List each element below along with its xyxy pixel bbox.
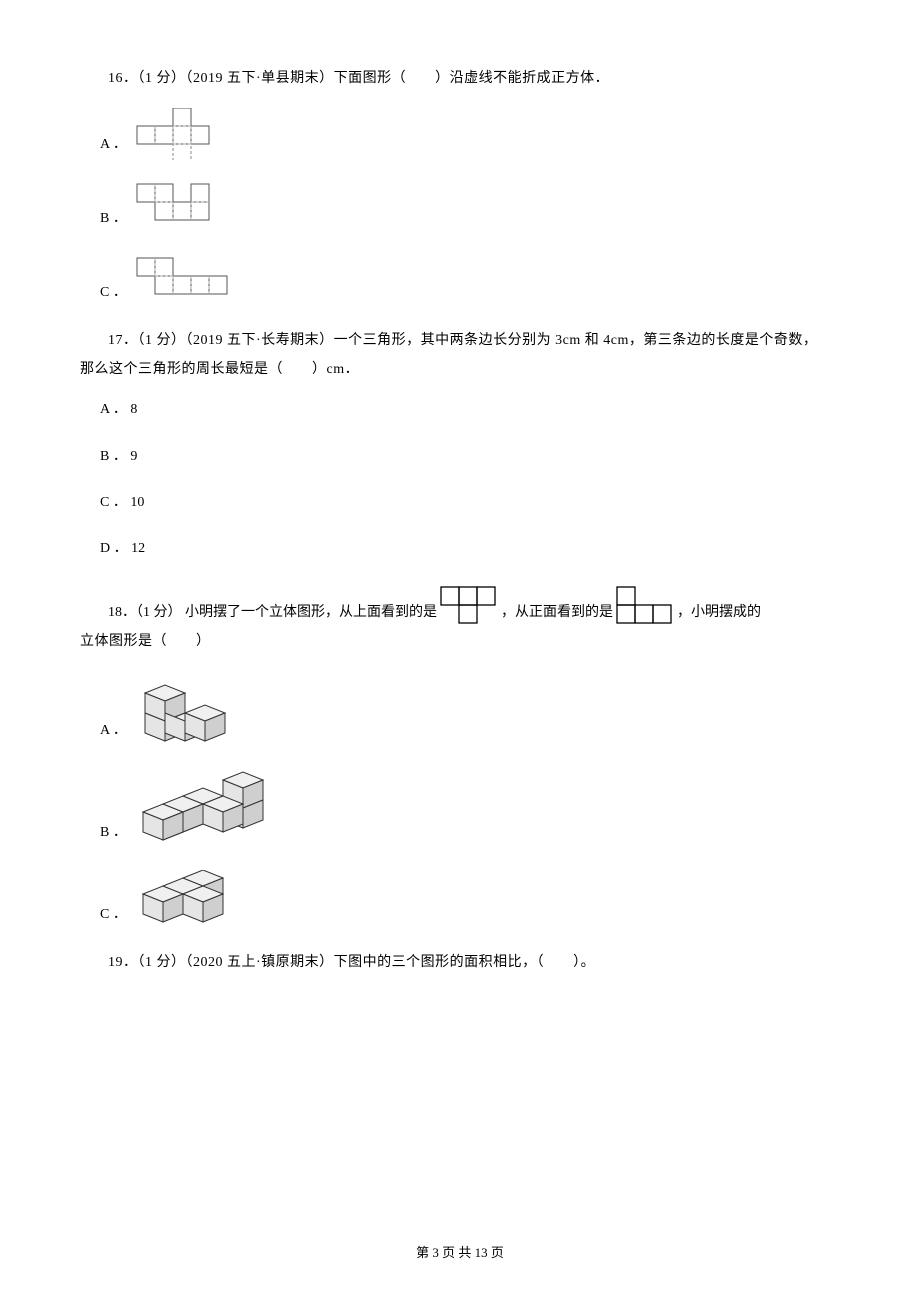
q17-option-c: C ． 10 bbox=[100, 492, 840, 514]
question-19: 19．（1 分）（2020 五上·镇原期末）下图中的三个图形的面积相比，（ ）。 bbox=[80, 952, 840, 974]
cube-net-a-icon bbox=[135, 108, 245, 160]
cube-net-c-icon bbox=[135, 256, 265, 308]
q17-option-a: A ． 8 bbox=[100, 399, 840, 421]
q16-label-b: B ． bbox=[100, 208, 127, 234]
q16-option-a: A ． bbox=[100, 108, 840, 160]
q18-seg3: ，小明摆成的 bbox=[677, 602, 761, 624]
question-17: 17．（1 分）（2019 五下·长寿期末）一个三角形，其中两条边长分别为 3c… bbox=[80, 330, 840, 560]
q16-text: 16．（1 分）（2019 五下·单县期末）下面图形（ ）沿虚线不能折成正方体． bbox=[80, 68, 840, 90]
q16-label-c: C ． bbox=[100, 282, 127, 308]
q16-label-a: A ． bbox=[100, 134, 127, 160]
q18-label-a: A ． bbox=[100, 720, 127, 746]
q18-label-b: B ． bbox=[100, 822, 127, 848]
question-18: 18．（1 分） 小明摆了一个立体图形，从上面看到的是 ，从正面看到的是 bbox=[80, 585, 840, 930]
q18-option-b: B ． bbox=[100, 768, 840, 848]
q16-option-b: B ． bbox=[100, 182, 840, 234]
q17-line1: 17．（1 分）（2019 五下·长寿期末）一个三角形，其中两条边长分别为 3c… bbox=[80, 330, 840, 352]
cube-arrangement-c-icon bbox=[135, 870, 285, 930]
q19-text: 19．（1 分）（2020 五上·镇原期末）下图中的三个图形的面积相比，（ ）。 bbox=[80, 952, 840, 974]
page-footer: 第 3 页 共 13 页 bbox=[0, 1243, 920, 1264]
q18-option-c: C ． bbox=[100, 870, 840, 930]
q18-label-c: C ． bbox=[100, 904, 127, 930]
question-16: 16．（1 分）（2019 五下·单县期末）下面图形（ ）沿虚线不能折成正方体．… bbox=[80, 68, 840, 308]
q18-seg1: 18．（1 分） 小明摆了一个立体图形，从上面看到的是 bbox=[108, 602, 437, 624]
front-view-icon bbox=[615, 585, 675, 625]
cube-net-b-icon bbox=[135, 182, 245, 234]
q17-line2: 那么这个三角形的周长最短是（ ）cm． bbox=[80, 359, 840, 381]
q18-option-a: A ． bbox=[100, 671, 840, 746]
q17-option-b: B ． 9 bbox=[100, 446, 840, 468]
q18-seg2: ，从正面看到的是 bbox=[501, 602, 613, 624]
q18-line2: 立体图形是（ ） bbox=[80, 631, 840, 653]
cube-arrangement-b-icon bbox=[135, 768, 285, 848]
q17-option-d: D ． 12 bbox=[100, 538, 840, 560]
top-view-icon bbox=[439, 585, 499, 625]
cube-arrangement-a-icon bbox=[135, 671, 255, 746]
q16-option-c: C ． bbox=[100, 256, 840, 308]
